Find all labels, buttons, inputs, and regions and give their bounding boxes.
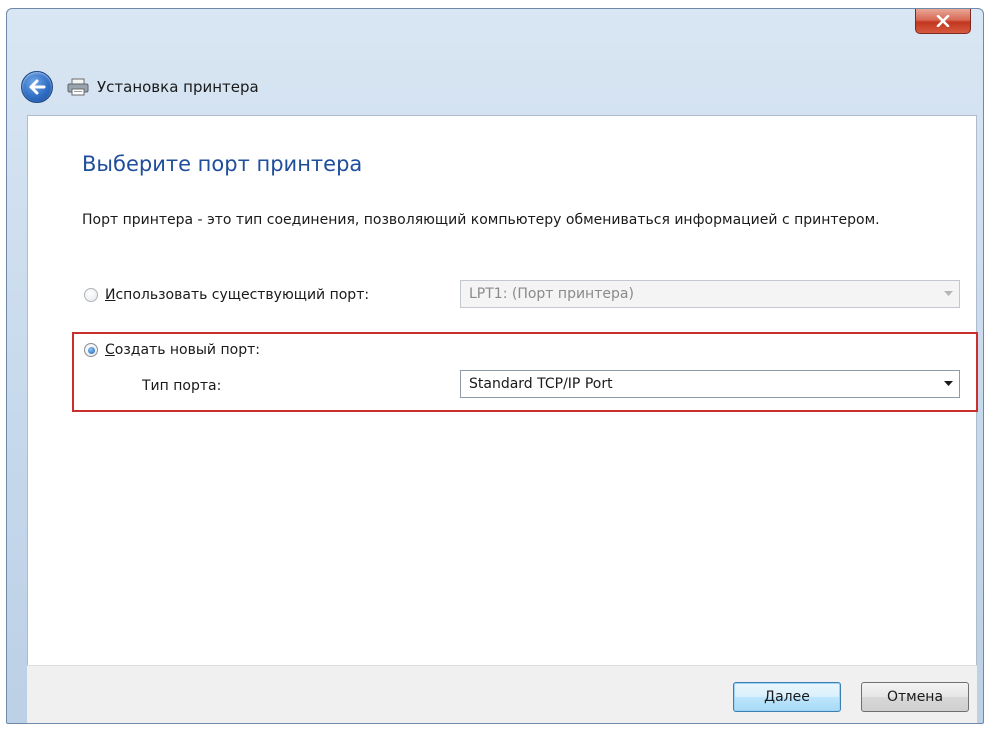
printer-setup-window: Установка принтера Выберите порт принтер…: [6, 8, 984, 724]
port-type-label: Тип порта:: [142, 378, 222, 394]
existing-port-radio[interactable]: [84, 288, 98, 302]
cancel-button-label: Отмена: [886, 689, 944, 705]
port-type-combobox[interactable]: Standard TCP/IP Port: [460, 370, 960, 398]
chevron-down-icon: [944, 281, 953, 307]
window-title: Установка принтера: [97, 78, 259, 96]
port-type-value: Standard TCP/IP Port: [469, 376, 613, 392]
page-heading: Выберите порт принтера: [82, 152, 363, 176]
wizard-header: Установка принтера: [21, 71, 259, 103]
existing-port-option[interactable]: Использовать существующий порт:: [84, 287, 369, 303]
new-port-option[interactable]: Создать новый порт:: [84, 342, 260, 358]
back-arrow-icon: [29, 79, 46, 95]
wizard-content: Выберите порт принтера Порт принтера - э…: [27, 115, 978, 665]
next-button[interactable]: Далее: [733, 682, 841, 712]
chevron-down-icon: [944, 371, 953, 397]
close-button[interactable]: [915, 9, 971, 34]
title-bar: [7, 9, 983, 57]
printer-icon: [67, 78, 89, 96]
new-port-label: Создать новый порт:: [105, 342, 260, 358]
page-description: Порт принтера - это тип соединения, позв…: [82, 212, 880, 228]
next-button-label: Далее: [764, 689, 810, 705]
wizard-footer: Далее Отмена: [27, 665, 977, 723]
existing-port-label: Использовать существующий порт:: [105, 287, 370, 303]
existing-port-value: LPT1: (Порт принтера): [469, 286, 634, 302]
cancel-button[interactable]: Отмена: [861, 682, 969, 712]
new-port-radio[interactable]: [84, 343, 98, 357]
back-button[interactable]: [21, 71, 53, 103]
existing-port-combobox[interactable]: LPT1: (Порт принтера): [460, 280, 960, 308]
close-icon: [936, 15, 950, 27]
